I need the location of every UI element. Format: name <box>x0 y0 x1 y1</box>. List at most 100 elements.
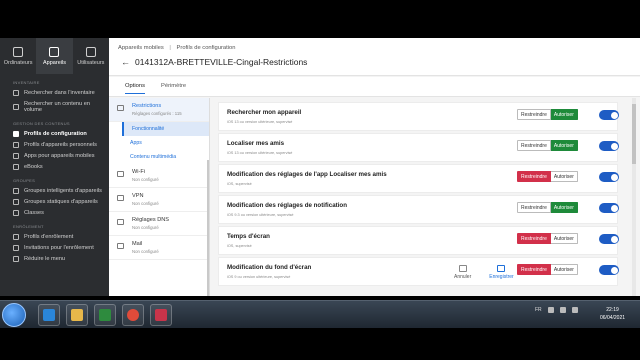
mail-icon <box>13 244 19 251</box>
sidebar-item-enrollment-profiles[interactable]: Profils d'enrôlement <box>0 231 109 242</box>
setting-row: Rechercher mon appareil iOS 13 ou versio… <box>218 102 619 131</box>
restrict-button[interactable]: Restreindre <box>517 233 551 244</box>
allow-button[interactable]: Autoriser <box>550 171 578 182</box>
payload-title: Wi-Fi <box>132 169 146 175</box>
cancel-button[interactable]: Annuler <box>454 265 471 280</box>
enable-switch[interactable] <box>599 172 619 182</box>
main-area: Appareils mobiles | Profils de configura… <box>109 38 640 296</box>
payload-subtitle: Non configuré <box>132 249 159 254</box>
setting-row: Modification du fond d'écran iOS 9 ou ve… <box>218 257 619 286</box>
sidebar-item-static-groups[interactable]: Groupes statiques d'appareils <box>0 196 109 207</box>
nav-computers[interactable]: Ordinateurs <box>0 38 36 74</box>
sidebar-item-search-inventory[interactable]: Rechercher dans l'inventaire <box>0 87 109 98</box>
subitem-apps[interactable]: Apps <box>122 136 209 150</box>
allow-button[interactable]: Autoriser <box>550 109 578 120</box>
start-button-icon[interactable] <box>2 303 26 327</box>
enable-switch[interactable] <box>599 141 619 151</box>
sidebar-item-search-volume[interactable]: Rechercher un contenu en volume <box>0 98 109 115</box>
top-nav: Ordinateurs Appareils Utilisateurs <box>0 38 109 74</box>
allow-button[interactable]: Autoriser <box>550 140 578 151</box>
collapse-menu-button[interactable]: Réduire le menu <box>0 253 109 264</box>
breadcrumb: Appareils mobiles | Profils de configura… <box>118 45 240 51</box>
settings-icon <box>13 130 19 137</box>
sidebar-item-classes[interactable]: Classes <box>0 207 109 218</box>
sidebar-item-label: Groupes intelligents d'appareils <box>24 187 102 194</box>
restrict-button[interactable]: Restreindre <box>517 109 551 120</box>
sidebar-item-label: Classes <box>24 209 44 216</box>
breadcrumb-item[interactable]: Appareils mobiles <box>118 45 164 51</box>
sidebar-item-label: Apps pour appareils mobiles <box>24 152 95 159</box>
ie-icon[interactable] <box>38 304 60 326</box>
setting-title: Modification du fond d'écran <box>227 264 312 271</box>
setting-row: Modification des réglages de l'app Local… <box>218 164 619 193</box>
enable-switch[interactable] <box>599 203 619 213</box>
subitem-media[interactable]: Contenu multimédia <box>122 150 209 164</box>
sidebar-item-ebooks[interactable]: eBooks <box>0 161 109 172</box>
setting-subtitle: iOS, supervisé <box>227 182 252 186</box>
sidebar-item-enrollment-invitations[interactable]: Invitations pour l'enrôlement <box>0 242 109 253</box>
restrict-button[interactable]: Restreindre <box>517 140 551 151</box>
payload-vpn[interactable]: VPN Non configuré <box>109 188 209 212</box>
nav-users[interactable]: Utilisateurs <box>73 38 109 74</box>
enable-switch[interactable] <box>599 234 619 244</box>
content-scrollbar[interactable] <box>632 98 636 296</box>
payload-dns[interactable]: Réglages DNS Non configuré <box>109 212 209 236</box>
app-icon[interactable] <box>94 304 116 326</box>
restrict-allow-toggle: Restreindre Autoriser <box>517 233 578 244</box>
volume-icon[interactable] <box>571 307 578 313</box>
book-icon <box>13 163 19 170</box>
explorer-icon[interactable] <box>66 304 88 326</box>
restrict-allow-toggle: Restreindre Autoriser <box>517 171 578 182</box>
clock[interactable]: 22:19 06/04/2021 <box>600 306 625 322</box>
setting-title: Rechercher mon appareil <box>227 109 302 116</box>
network-icon[interactable] <box>559 307 566 313</box>
enable-switch[interactable] <box>599 265 619 275</box>
restrict-button[interactable]: Restreindre <box>517 202 551 213</box>
setting-subtitle: iOS 9.3 ou version ultérieure, supervisé <box>227 213 294 217</box>
payload-panel: Restrictions Réglages configurés : 115 F… <box>109 98 210 296</box>
media-icon[interactable] <box>150 304 172 326</box>
payload-title: Restrictions <box>132 103 162 109</box>
sidebar-item-config-profiles[interactable]: Profils de configuration <box>0 128 109 139</box>
restrictions-subitems: Fonctionnalité Apps Contenu multimédia <box>109 122 209 164</box>
restrict-button[interactable]: Restreindre <box>517 171 551 182</box>
setting-subtitle: iOS 13 ou version ultérieure, supervisé <box>227 120 293 124</box>
scrollbar-thumb[interactable] <box>632 104 636 164</box>
allow-button[interactable]: Autoriser <box>550 264 578 275</box>
payload-title: Mail <box>132 241 143 247</box>
breadcrumb-separator: | <box>169 45 171 51</box>
sidebar-item-smart-groups[interactable]: Groupes intelligents d'appareils <box>0 185 109 196</box>
restrictions-list: Rechercher mon appareil iOS 13 ou versio… <box>210 98 640 296</box>
chrome-icon[interactable] <box>122 304 144 326</box>
tab-scope[interactable]: Périmètre <box>161 83 186 89</box>
taskbar: FR 22:19 06/04/2021 <box>0 300 640 328</box>
breadcrumb-item[interactable]: Profils de configuration <box>177 45 236 51</box>
allow-button[interactable]: Autoriser <box>550 202 578 213</box>
sidebar-item-mobile-apps[interactable]: Apps pour appareils mobiles <box>0 150 109 161</box>
mail-icon <box>117 243 124 249</box>
payload-wifi[interactable]: Wi-Fi Non configuré <box>109 164 209 188</box>
payload-mail[interactable]: Mail Non configuré <box>109 236 209 260</box>
subitem-functionality[interactable]: Fonctionnalité <box>122 122 209 136</box>
allow-button[interactable]: Autoriser <box>550 233 578 244</box>
back-arrow-icon[interactable]: ← <box>121 57 130 67</box>
payload-subtitle: Non configuré <box>132 177 159 182</box>
globe-icon <box>117 219 124 225</box>
setting-row: Temps d'écran iOS, supervisé Restreindre… <box>218 226 619 255</box>
flag-icon[interactable] <box>547 307 554 313</box>
payload-restrictions[interactable]: Restrictions Réglages configurés : 115 <box>109 98 209 122</box>
nav-devices[interactable]: Appareils <box>36 38 73 74</box>
tab-options[interactable]: Options <box>125 83 145 94</box>
enroll-icon <box>13 233 19 240</box>
sidebar-item-label: Rechercher dans l'inventaire <box>24 89 95 96</box>
setting-subtitle: iOS 9 ou version ultérieure, supervisé <box>227 275 291 279</box>
enable-switch[interactable] <box>599 110 619 120</box>
save-button[interactable]: Enregistrer <box>489 265 514 280</box>
restrict-button[interactable]: Restreindre <box>517 264 551 275</box>
sidebar-item-label: Profils de configuration <box>24 130 87 137</box>
setting-title: Modification des réglages de notificatio… <box>227 202 347 209</box>
sidebar-item-personal-profiles[interactable]: Profils d'appareils personnels <box>0 139 109 150</box>
list-icon <box>117 105 124 111</box>
restrict-allow-toggle: Restreindre Autoriser <box>517 202 578 213</box>
language-indicator[interactable]: FR <box>535 307 542 313</box>
